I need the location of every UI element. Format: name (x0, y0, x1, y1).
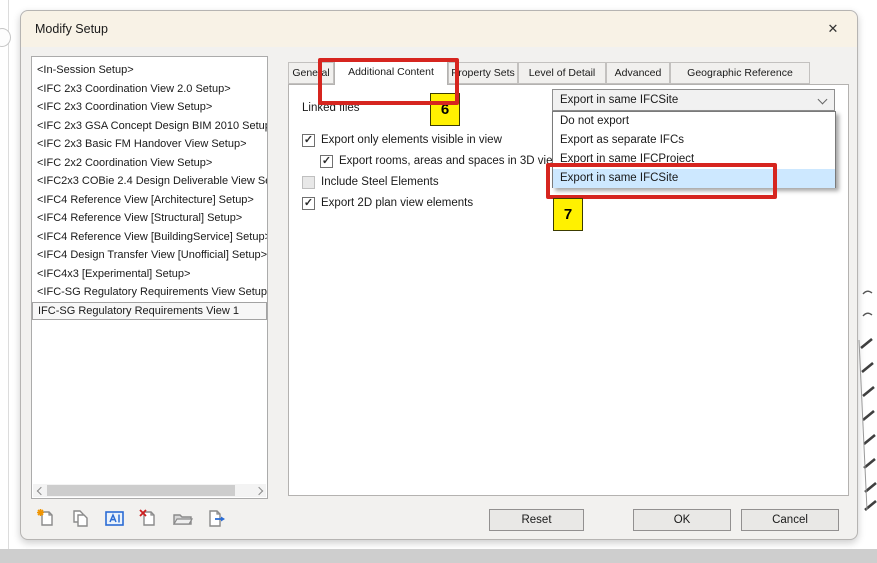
list-item[interactable]: <IFC 2x2 Coordination View Setup> (32, 154, 267, 173)
scroll-left-icon[interactable] (33, 484, 46, 497)
close-icon[interactable]: ✕ (821, 18, 845, 40)
checkbox-row[interactable]: ✓ Export only elements visible in view (302, 132, 502, 148)
chevron-down-icon[interactable] (818, 95, 828, 105)
setup-toolbar (36, 508, 227, 529)
list-item[interactable]: <IFC 2x3 GSA Concept Design BIM 2010 Set… (32, 117, 267, 136)
list-item-selected[interactable]: IFC-SG Regulatory Requirements View 1 (32, 302, 267, 321)
setup-list: <In-Session Setup> <IFC 2x3 Coordination… (31, 56, 268, 499)
list-item[interactable]: <IFC 2x3 Basic FM Handover View Setup> (32, 135, 267, 154)
dropdown-option[interactable]: Do not export (553, 112, 835, 131)
checkbox-checked[interactable]: ✓ (302, 134, 315, 147)
duplicate-setup-icon[interactable] (70, 508, 91, 529)
dialog-titlebar[interactable]: Modify Setup ✕ (21, 11, 857, 47)
delete-setup-icon[interactable] (138, 508, 159, 529)
list-item[interactable]: <IFC 2x3 Coordination View Setup> (32, 98, 267, 117)
background-circle-fragment (0, 28, 11, 47)
dropdown-option[interactable]: Export in same IFCProject (553, 150, 835, 169)
tab-additional-content[interactable]: Additional Content (334, 58, 448, 85)
cancel-button[interactable]: Cancel (741, 509, 839, 531)
additional-content-panel: Linked files Export in same IFCSite Do n… (288, 84, 849, 496)
step-badge-7: 7 (553, 198, 583, 231)
tab-advanced[interactable]: Advanced (606, 62, 670, 84)
ok-button[interactable]: OK (633, 509, 731, 531)
dropdown-value: Export in same IFCSite (560, 94, 678, 106)
list-item[interactable]: <IFC 2x3 Coordination View 2.0 Setup> (32, 80, 267, 99)
load-setup-icon[interactable] (172, 508, 193, 529)
horizontal-scrollbar[interactable] (33, 484, 266, 497)
checkbox-label: Include Steel Elements (321, 176, 439, 188)
checkbox-row[interactable]: Include Steel Elements (302, 174, 439, 190)
checkbox-row[interactable]: ✓ Export 2D plan view elements (302, 195, 473, 211)
background-sketch-lines (855, 284, 877, 512)
list-item[interactable]: <IFC4 Reference View [Structural] Setup> (32, 209, 267, 228)
step-badge-6: 6 (430, 93, 460, 126)
scrollbar-thumb[interactable] (47, 485, 235, 496)
list-item[interactable]: <IFC4x3 [Experimental] Setup> (32, 265, 267, 284)
list-item[interactable]: <IFC4 Reference View [BuildingService] S… (32, 228, 267, 247)
modify-setup-dialog: Modify Setup ✕ <In-Session Setup> <IFC 2… (20, 10, 858, 540)
background-edge-line (8, 0, 9, 549)
checkbox-label: Export only elements visible in view (321, 134, 502, 146)
tab-general[interactable]: General (288, 62, 334, 84)
list-item[interactable]: <In-Session Setup> (32, 61, 267, 80)
list-item[interactable]: <IFC2x3 COBie 2.4 Design Deliverable Vie… (32, 172, 267, 191)
new-setup-icon[interactable] (36, 508, 57, 529)
scroll-right-icon[interactable] (253, 484, 266, 497)
background-bottom-bar (0, 549, 877, 563)
checkbox-checked[interactable]: ✓ (302, 197, 315, 210)
checkbox-unchecked[interactable] (302, 176, 315, 189)
dropdown-option-highlighted[interactable]: Export in same IFCSite (553, 169, 835, 188)
dropdown-option[interactable]: Export as separate IFCs (553, 131, 835, 150)
linked-files-label: Linked files (302, 102, 360, 114)
dialog-title: Modify Setup (35, 11, 108, 47)
tab-level-of-detail[interactable]: Level of Detail (518, 62, 606, 84)
checkbox-row[interactable]: ✓ Export rooms, areas and spaces in 3D v… (320, 153, 561, 169)
linked-files-dropdown[interactable]: Export in same IFCSite (552, 89, 835, 111)
list-item[interactable]: <IFC4 Design Transfer View [Unofficial] … (32, 246, 267, 265)
checkbox-label: Export 2D plan view elements (321, 197, 473, 209)
checkbox-label: Export rooms, areas and spaces in 3D vie… (339, 155, 561, 167)
reset-button[interactable]: Reset (489, 509, 584, 531)
dropdown-open-list: Do not export Export as separate IFCs Ex… (552, 111, 836, 188)
revit-screen: Modify Setup ✕ <In-Session Setup> <IFC 2… (0, 0, 877, 563)
checkbox-checked[interactable]: ✓ (320, 155, 333, 168)
rename-setup-icon[interactable] (104, 508, 125, 529)
export-setup-icon[interactable] (206, 508, 227, 529)
tab-geographic-reference[interactable]: Geographic Reference (670, 62, 810, 84)
list-item[interactable]: <IFC-SG Regulatory Requirements View Set… (32, 283, 267, 302)
list-item[interactable]: <IFC4 Reference View [Architecture] Setu… (32, 191, 267, 210)
tab-property-sets[interactable]: Property Sets (448, 62, 518, 84)
